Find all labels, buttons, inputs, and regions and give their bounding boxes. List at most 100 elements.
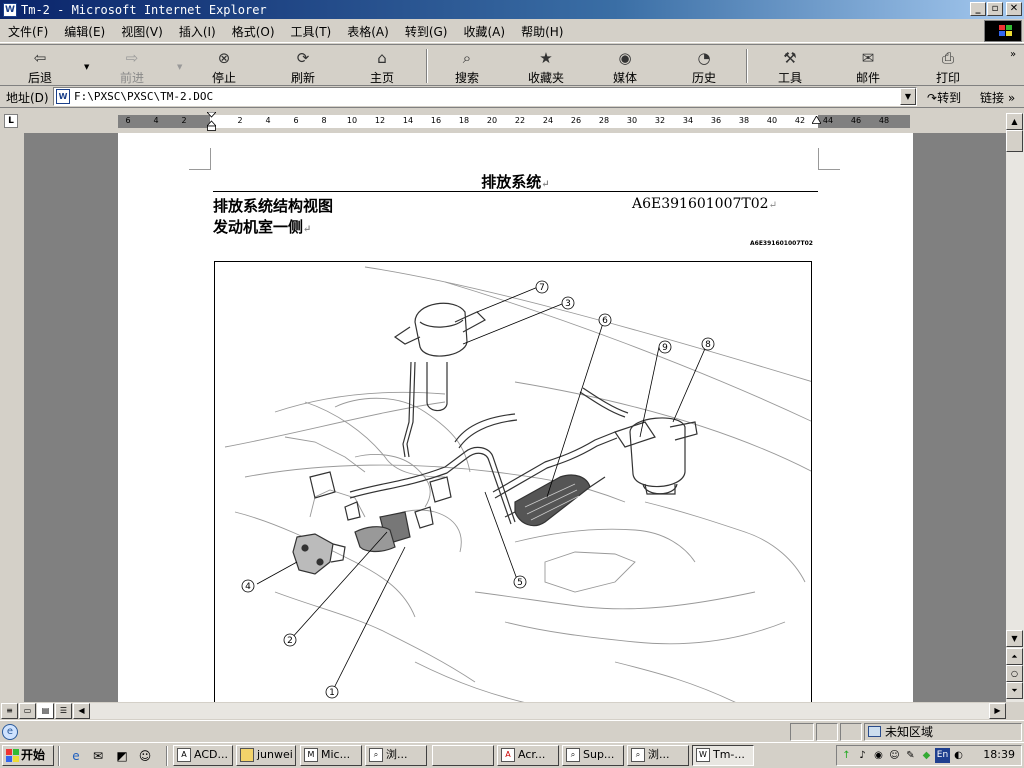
antivirus-tray-icon[interactable]: ◉ <box>871 748 886 763</box>
menu-go[interactable]: 转到(G) <box>405 23 448 40</box>
ruler-number: 12 <box>374 116 386 125</box>
media-button[interactable]: ◉ 媒体 <box>597 49 653 86</box>
minimize-button[interactable]: _ <box>970 2 986 16</box>
menu-tools[interactable]: 工具(T) <box>291 23 332 40</box>
network-tray-icon[interactable]: ↑ <box>839 748 854 763</box>
task-acrobat[interactable]: A Acr... <box>497 745 559 766</box>
web-view-button[interactable]: ▭ <box>19 703 36 719</box>
outline-view-button[interactable]: ☰ <box>55 703 72 719</box>
scroll-left-button[interactable]: ◀ <box>73 703 90 719</box>
view-bar: ≡ ▭ ▤ ☰ ◀ ▶ <box>0 702 1024 720</box>
home-button[interactable]: ⌂ 主页 <box>354 49 410 86</box>
menu-help[interactable]: 帮助(H) <box>521 23 563 40</box>
tools-button[interactable]: ⚒ 工具 <box>762 49 818 86</box>
scroll-thumb[interactable] <box>1006 130 1023 152</box>
task-microsoft[interactable]: M Mic... <box>300 745 362 766</box>
media-quicklaunch-icon[interactable]: ☺ <box>137 748 153 764</box>
document-area: 排放系统↵ 排放系统结构视图 A6E391601007T02↵ 发动机室一侧↵ … <box>24 133 1006 702</box>
callout-5: 5 <box>513 575 527 589</box>
menu-format[interactable]: 格式(O) <box>232 23 275 40</box>
scroll-right-button[interactable]: ▶ <box>989 703 1006 719</box>
right-indent-marker-icon[interactable] <box>812 116 821 124</box>
mail-button[interactable]: ✉ 邮件 <box>840 49 896 86</box>
shield-tray-icon[interactable]: ◆ <box>919 748 934 763</box>
vertical-scrollbar[interactable]: ▲ ▼ ⏶ ○ ⏷ <box>1006 113 1024 702</box>
task-browse-1[interactable]: ⌕ 浏... <box>365 745 427 766</box>
ruler-number: 32 <box>654 116 666 125</box>
select-browse-object-button[interactable]: ○ <box>1006 665 1023 682</box>
history-button[interactable]: ◔ 历史 <box>676 49 732 86</box>
forward-dropdown-icon[interactable]: ▼ <box>177 63 182 71</box>
ime-tray-icon[interactable]: ◐ <box>951 748 966 763</box>
search-button[interactable]: ⌕ 搜索 <box>439 49 495 86</box>
stop-button[interactable]: ⊗ 停止 <box>196 49 252 86</box>
menu-favorites[interactable]: 收藏(A) <box>463 23 505 40</box>
ruler-number: 6 <box>125 116 131 125</box>
desktop-quicklaunch-icon[interactable]: ◩ <box>114 748 130 764</box>
address-input[interactable] <box>74 89 894 104</box>
links-button[interactable]: 链接 » <box>980 89 1015 106</box>
task-junwei-folder[interactable]: junwei <box>236 745 296 766</box>
menu-file[interactable]: 文件(F) <box>8 23 48 40</box>
close-button[interactable]: ✕ <box>1006 2 1022 16</box>
language-en-icon[interactable]: En <box>935 748 950 763</box>
window-title: Tm-2 - Microsoft Internet Explorer <box>21 2 267 17</box>
task-browse-2[interactable]: ⌕ 浏... <box>627 745 689 766</box>
start-button[interactable]: 开始 <box>2 745 54 766</box>
indent-marker-icon[interactable] <box>207 112 216 131</box>
ruler-number: 36 <box>710 116 722 125</box>
scroll-up-button[interactable]: ▲ <box>1006 113 1023 130</box>
address-dropdown-button[interactable]: ▼ <box>900 88 916 105</box>
horizontal-scrollbar[interactable]: ◀ ▶ <box>73 703 1006 719</box>
go-button[interactable]: ↷转到 <box>927 89 961 106</box>
toolbar-chevron-icon[interactable]: » <box>1010 49 1016 60</box>
back-dropdown-icon[interactable]: ▼ <box>84 63 89 71</box>
callout-7: 7 <box>535 280 549 294</box>
previous-page-button[interactable]: ⏶ <box>1006 648 1023 665</box>
tab-selector-button[interactable]: L <box>4 114 18 128</box>
word-doc-icon: W <box>56 89 70 104</box>
ruler-number: 2 <box>237 116 243 125</box>
ruler-number: 14 <box>402 116 414 125</box>
menu-view[interactable]: 视图(V) <box>121 23 163 40</box>
task-acdsee[interactable]: A ACD... <box>173 745 233 766</box>
ie-quicklaunch-icon[interactable]: e <box>68 748 84 764</box>
ruler-number: 4 <box>265 116 271 125</box>
scroll-down-button[interactable]: ▼ <box>1006 630 1023 647</box>
ruler-number: 24 <box>542 116 554 125</box>
svg-text:3: 3 <box>565 299 571 309</box>
messenger-tray-icon[interactable]: ☺ <box>887 748 902 763</box>
address-box: W ▼ <box>53 87 917 106</box>
ruler-number: 20 <box>486 116 498 125</box>
document-page[interactable]: 排放系统↵ 排放系统结构视图 A6E391601007T02↵ 发动机室一侧↵ … <box>118 133 913 702</box>
menu-insert[interactable]: 插入(I) <box>179 23 216 40</box>
print-view-button[interactable]: ▤ <box>37 703 54 719</box>
go-arrow-icon: ↷ <box>927 91 938 105</box>
normal-view-button[interactable]: ≡ <box>1 703 18 719</box>
restore-button[interactable]: ▫ <box>987 2 1003 16</box>
menu-table[interactable]: 表格(A) <box>347 23 389 40</box>
outlook-quicklaunch-icon[interactable]: ✉ <box>90 748 106 764</box>
engine-diagram-svg: 1 2 3 4 5 6 7 8 9 <box>224 266 811 702</box>
print-button[interactable]: ⎙ 打印 <box>920 49 976 86</box>
callout-8: 8 <box>701 337 715 351</box>
svg-text:8: 8 <box>705 340 711 350</box>
task-super[interactable]: ⌕ Sup... <box>562 745 624 766</box>
pen-tray-icon[interactable]: ✎ <box>903 748 918 763</box>
back-button[interactable]: ⇦ 后退 <box>12 49 68 86</box>
menu-edit[interactable]: 编辑(E) <box>64 23 105 40</box>
svg-text:4: 4 <box>245 582 251 592</box>
volume-tray-icon[interactable]: ♪ <box>855 748 870 763</box>
forward-button[interactable]: ⇨ 前进 <box>104 49 160 86</box>
favorites-button[interactable]: ★ 收藏夹 <box>518 49 574 86</box>
next-page-button[interactable]: ⏷ <box>1006 682 1023 699</box>
address-bar: 地址(D) W ▼ ↷转到 链接 » <box>0 86 1024 108</box>
svg-text:5: 5 <box>517 578 523 588</box>
word-doc-icon: W <box>3 2 17 17</box>
horizontal-ruler[interactable]: 6 4 2 2 4 6 8 10 12 14 16 18 20 22 24 26… <box>118 115 910 128</box>
ruler-number: 28 <box>598 116 610 125</box>
task-empty[interactable] <box>432 745 494 766</box>
task-tm2[interactable]: W Tm-... <box>692 745 754 766</box>
refresh-button[interactable]: ⟳ 刷新 <box>275 49 331 86</box>
document-code: A6E391601007T02↵ <box>632 196 777 212</box>
